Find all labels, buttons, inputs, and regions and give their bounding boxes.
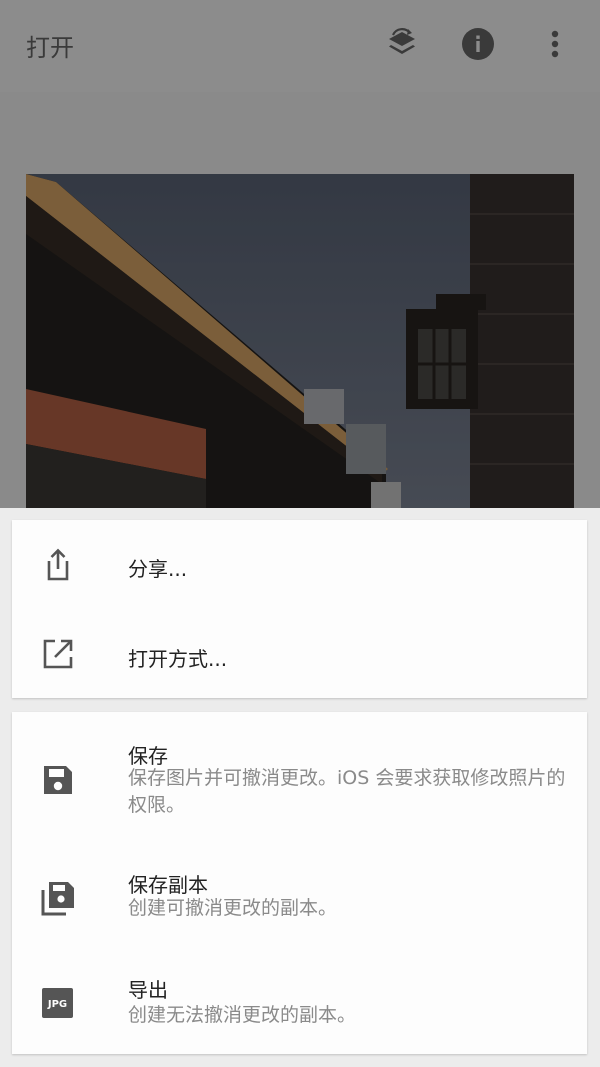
share-label: 分享... — [128, 557, 188, 581]
open-with-row[interactable]: 打开方式... — [12, 610, 587, 698]
jpg-icon: JPG — [40, 985, 76, 1021]
stack-swap-icon[interactable] — [384, 26, 420, 62]
export-label: 导出 — [128, 978, 168, 1002]
app-bar: 打开 — [0, 0, 600, 92]
save-copy-icon — [40, 880, 76, 916]
open-in-new-icon — [40, 636, 76, 672]
open-title[interactable]: 打开 — [26, 28, 74, 63]
more-vert-icon[interactable] — [537, 26, 573, 62]
info-icon[interactable] — [460, 26, 496, 62]
save-icon — [40, 762, 76, 798]
save-description: 保存图片并可撤消更改。iOS 会要求获取修改照片的权限。 — [128, 767, 566, 816]
export-row[interactable]: JPG 导出 创建无法撤消更改的副本。 — [12, 948, 587, 1054]
save-row[interactable]: 保存 保存图片并可撤消更改。iOS 会要求获取修改照片的权限。 — [12, 712, 587, 842]
save-copy-description: 创建可撤消更改的副本。 — [128, 897, 338, 919]
share-card: 分享... 打开方式... — [12, 520, 587, 698]
export-description: 创建无法撤消更改的副本。 — [128, 1004, 357, 1026]
open-with-label: 打开方式... — [128, 647, 228, 671]
save-card: 保存 保存图片并可撤消更改。iOS 会要求获取修改照片的权限。 保存副本 创建可… — [12, 712, 587, 1054]
jpg-badge-text: JPG — [47, 999, 67, 1010]
save-copy-label: 保存副本 — [128, 873, 208, 897]
photo-preview — [26, 174, 574, 508]
share-icon — [40, 547, 76, 583]
save-copy-row[interactable]: 保存副本 创建可撤消更改的副本。 — [12, 842, 587, 948]
share-row[interactable]: 分享... — [12, 520, 587, 610]
